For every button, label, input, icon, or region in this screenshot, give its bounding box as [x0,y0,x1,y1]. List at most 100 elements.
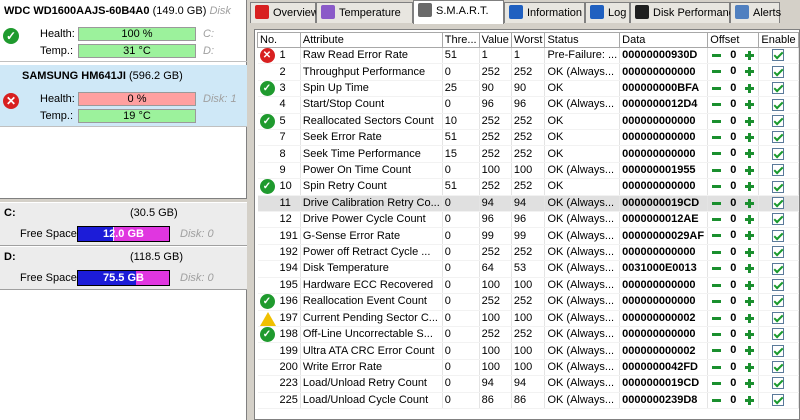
minus-icon[interactable] [710,246,723,259]
column-header[interactable]: Status [544,32,621,48]
offset-value[interactable]: 0 [725,278,741,293]
offset-value[interactable]: 0 [725,130,741,145]
table-row[interactable]: 199 Ultra ATA CRC Error Count 0 100 100 OK (A… [257,342,799,360]
table-row[interactable]: ✓ 198 Off-Line Uncorrectable S... 0 252 252 OK… [257,326,799,344]
offset-value[interactable]: 0 [725,311,741,326]
enable-checkbox[interactable] [772,131,785,144]
tab-s-m-a-r-t[interactable]: S.M.A.R.T. [413,0,504,24]
enable-checkbox[interactable] [772,246,785,259]
enable-checkbox[interactable] [772,49,785,62]
enable-checkbox[interactable] [772,180,785,193]
enable-checkbox[interactable] [772,377,785,390]
plus-icon[interactable] [743,262,756,275]
minus-icon[interactable] [710,65,723,78]
plus-icon[interactable] [743,361,756,374]
table-row[interactable]: 225 Load/Unload Cycle Count 0 86 86 OK (Alway… [257,392,799,409]
plus-icon[interactable] [743,180,756,193]
plus-icon[interactable] [743,328,756,341]
offset-value[interactable]: 0 [725,163,741,178]
tab-alerts[interactable]: Alerts [730,2,781,23]
minus-icon[interactable] [710,197,723,210]
minus-icon[interactable] [710,131,723,144]
enable-checkbox[interactable] [772,213,785,226]
plus-icon[interactable] [743,82,756,95]
table-row[interactable]: 8 Seek Time Performance 15 252 252 OK 00000000… [257,145,799,163]
plus-icon[interactable] [743,197,756,210]
tab-overview[interactable]: Overview [250,2,319,23]
enable-checkbox[interactable] [772,262,785,275]
minus-icon[interactable] [710,98,723,111]
tab-disk-performance[interactable]: Disk Performance [630,2,740,23]
table-row[interactable]: ✓ 196 Reallocation Event Count 0 252 252 OK (A… [257,293,799,311]
plus-icon[interactable] [743,344,756,357]
offset-value[interactable]: 0 [725,114,741,129]
plus-icon[interactable] [743,312,756,325]
plus-icon[interactable] [743,279,756,292]
table-row[interactable]: 4 Start/Stop Count 0 96 96 OK (Always... 00000… [257,96,799,114]
plus-icon[interactable] [743,49,756,62]
table-row[interactable]: 223 Load/Unload Retry Count 0 94 94 OK (Alway… [257,375,799,393]
enable-checkbox[interactable] [772,393,785,406]
disk-item-samsung[interactable]: SAMSUNG HM641JI (596.2 GB) ✕ Health: 0 %… [0,65,247,127]
minus-icon[interactable] [710,164,723,177]
plus-icon[interactable] [743,98,756,111]
column-header[interactable]: Offset [707,32,760,48]
table-row[interactable]: ✓ 5 Reallocated Sectors Count 10 252 252 OK 000… [257,113,799,131]
tab-log[interactable]: Log [585,2,630,23]
table-row[interactable]: ✓ 10 Spin Retry Count 51 252 252 OK 00000000000… [257,178,799,196]
offset-value[interactable]: 0 [725,146,741,161]
partition-item-d[interactable]: D: (118.5 GB) Free Space 75.5 GB Disk: 0 [0,246,247,290]
table-row[interactable]: ✓ 3 Spin Up Time 25 90 90 OK 000000000BFA 0 [257,80,799,98]
offset-value[interactable]: 0 [725,393,741,408]
enable-checkbox[interactable] [772,82,785,95]
minus-icon[interactable] [710,229,723,242]
minus-icon[interactable] [710,394,723,407]
offset-value[interactable]: 0 [725,81,741,96]
offset-value[interactable]: 0 [725,327,741,342]
enable-checkbox[interactable] [772,164,785,177]
enable-checkbox[interactable] [772,361,785,374]
plus-icon[interactable] [743,213,756,226]
plus-icon[interactable] [743,394,756,407]
enable-checkbox[interactable] [772,196,785,209]
table-row[interactable]: 12 Drive Power Cycle Count 0 96 96 OK (Always… [257,211,799,229]
plus-icon[interactable] [743,229,756,242]
minus-icon[interactable] [710,377,723,390]
plus-icon[interactable] [743,377,756,390]
plus-icon[interactable] [743,147,756,160]
minus-icon[interactable] [710,115,723,128]
plus-icon[interactable] [743,65,756,78]
minus-icon[interactable] [710,49,723,62]
enable-checkbox[interactable] [772,98,785,111]
offset-value[interactable]: 0 [725,48,741,63]
minus-icon[interactable] [710,344,723,357]
enable-checkbox[interactable] [772,65,785,78]
table-row[interactable]: 2 Throughput Performance 0 252 252 OK (Always… [257,63,799,81]
minus-icon[interactable] [710,262,723,275]
enable-checkbox[interactable] [772,295,785,308]
table-row[interactable]: 195 Hardware ECC Recovered 0 100 100 OK (Alwa… [257,277,799,295]
plus-icon[interactable] [743,164,756,177]
tab-information[interactable]: Information [504,2,585,23]
enable-checkbox[interactable] [772,278,785,291]
offset-value[interactable]: 0 [725,376,741,391]
table-row[interactable]: 7 Seek Error Rate 51 252 252 OK 000000000000 0 [257,129,799,147]
minus-icon[interactable] [710,328,723,341]
offset-value[interactable]: 0 [725,245,741,260]
minus-icon[interactable] [710,361,723,374]
tab-temperature[interactable]: Temperature [316,2,413,23]
column-header[interactable]: No. [257,32,301,48]
partition-item-c[interactable]: C: (30.5 GB) Free Space 12.0 GB Disk: 0 [0,202,247,246]
minus-icon[interactable] [710,147,723,160]
offset-value[interactable]: 0 [725,261,741,276]
offset-value[interactable]: 0 [725,196,741,211]
column-header[interactable]: Value [478,32,512,48]
enable-checkbox[interactable] [772,311,785,324]
offset-value[interactable]: 0 [725,212,741,227]
enable-checkbox[interactable] [772,328,785,341]
plus-icon[interactable] [743,115,756,128]
column-header[interactable]: Thre... [441,32,480,48]
enable-checkbox[interactable] [772,147,785,160]
column-header[interactable]: Enable [758,32,799,48]
table-row[interactable]: 191 G-Sense Error Rate 0 99 99 OK (Always... 0… [257,227,799,245]
